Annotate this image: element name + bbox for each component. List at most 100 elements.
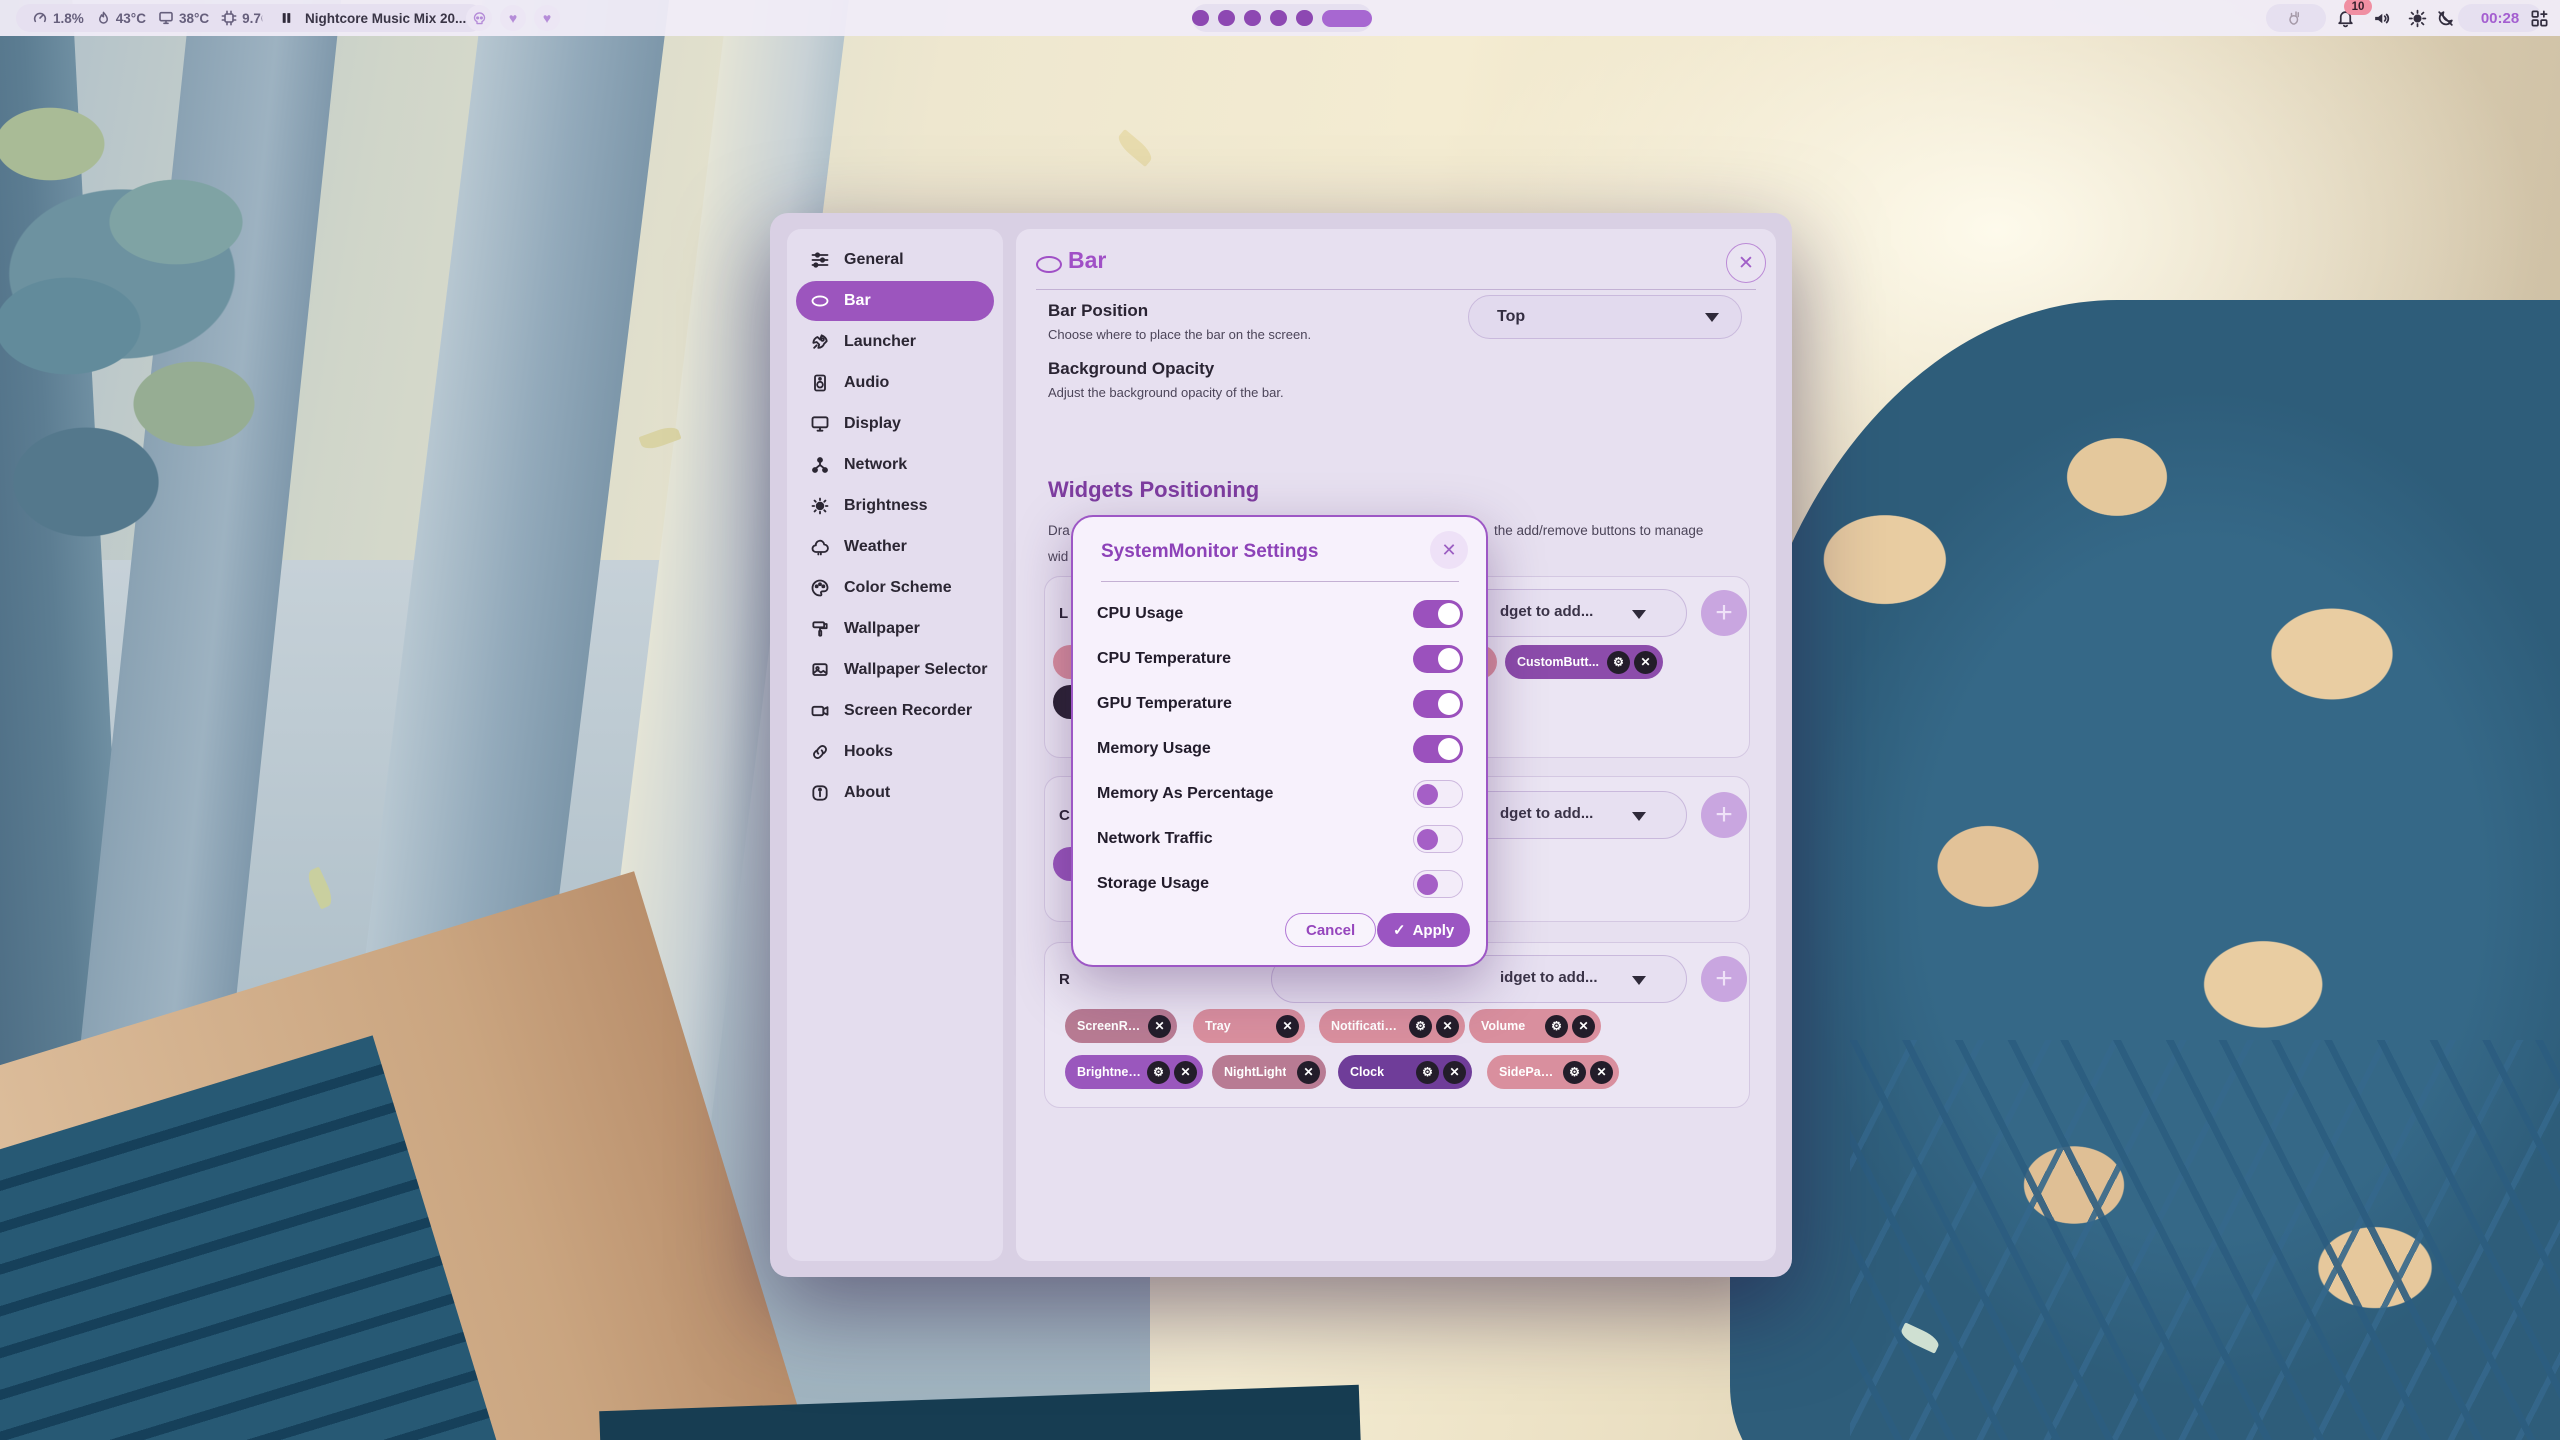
sidebar-item-launcher[interactable]: Launcher xyxy=(796,322,994,362)
widget-chip-volume[interactable]: Volume ⚙ ✕ xyxy=(1469,1009,1601,1043)
workspace-dot[interactable] xyxy=(1270,10,1287,26)
chip-remove-button[interactable]: ✕ xyxy=(1634,651,1657,674)
sidebar-item-audio[interactable]: Audio xyxy=(796,363,994,403)
overview-button[interactable] xyxy=(2524,4,2554,32)
widget-chip-notifications[interactable]: Notification... ⚙ ✕ xyxy=(1319,1009,1465,1043)
workspaces-indicator[interactable] xyxy=(1192,4,1372,32)
sidebar-item-wallpaper-selector[interactable]: Wallpaper Selector xyxy=(796,650,994,690)
sidebar-item-about[interactable]: About xyxy=(796,773,994,813)
pause-icon xyxy=(280,11,293,25)
cloud-icon xyxy=(810,537,830,557)
clock-value: 00:28 xyxy=(2481,10,2519,27)
chip-settings-button[interactable]: ⚙ xyxy=(1607,651,1630,674)
sun-icon xyxy=(2408,9,2427,28)
paint-roller-icon xyxy=(810,619,830,639)
chip-remove-button[interactable]: ✕ xyxy=(1276,1015,1299,1038)
window-close-button[interactable]: ✕ xyxy=(1726,243,1766,283)
nightlight-button[interactable] xyxy=(2430,4,2460,32)
heart-button-2[interactable]: ♥ xyxy=(534,5,560,31)
widgets-desc-fragment: wid xyxy=(1048,549,1068,564)
toggle-knob xyxy=(1438,603,1460,625)
speaker-icon xyxy=(810,373,830,393)
memory-as-percentage-toggle[interactable] xyxy=(1413,780,1463,808)
chip-remove-button[interactable]: ✕ xyxy=(1436,1015,1459,1038)
tray-item[interactable] xyxy=(2266,4,2326,32)
section-label: L xyxy=(1059,605,1068,622)
add-widget-button[interactable]: + xyxy=(1701,590,1747,636)
display-icon xyxy=(158,10,174,26)
toggle-row-cpu-usage: CPU Usage xyxy=(1097,599,1463,629)
network-traffic-toggle[interactable] xyxy=(1413,825,1463,853)
chip-settings-button[interactable]: ⚙ xyxy=(1416,1061,1439,1084)
gpu-temp-stat: 38°C xyxy=(158,10,209,26)
sidebar-item-general[interactable]: General xyxy=(796,240,994,280)
chip-settings-button[interactable]: ⚙ xyxy=(1147,1061,1170,1084)
notifications-button[interactable]: 10 xyxy=(2330,4,2360,32)
toggle-row-memory-as-percentage: Memory As Percentage xyxy=(1097,779,1463,809)
apply-button[interactable]: ✓ Apply xyxy=(1377,913,1470,947)
header-divider xyxy=(1036,289,1756,290)
sidebar-item-network[interactable]: Network xyxy=(796,445,994,485)
system-stats-pill[interactable]: 1.8% 43°C 38°C 9.7G xyxy=(16,4,287,32)
tray-hand-icon xyxy=(2287,9,2305,27)
sidebar-item-weather[interactable]: Weather xyxy=(796,527,994,567)
heart-button[interactable]: ♥ xyxy=(500,5,526,31)
palette-icon xyxy=(810,578,830,598)
section-label: C xyxy=(1059,807,1070,824)
sun-icon xyxy=(810,496,830,516)
workspace-dot[interactable] xyxy=(1218,10,1235,26)
widget-chip-screenrecorder[interactable]: ScreenReco... ✕ xyxy=(1065,1009,1177,1043)
widget-chip-nightlight[interactable]: NightLight ✕ xyxy=(1212,1055,1326,1089)
chevron-down-icon xyxy=(1705,313,1719,322)
sidebar-item-bar[interactable]: Bar xyxy=(796,281,994,321)
memory-usage-toggle[interactable] xyxy=(1413,735,1463,763)
chip-remove-button[interactable]: ✕ xyxy=(1572,1015,1595,1038)
widget-chip-custombutton[interactable]: CustomButt... ⚙ ✕ xyxy=(1505,645,1663,679)
add-widget-button[interactable]: + xyxy=(1701,792,1747,838)
add-widget-button[interactable]: + xyxy=(1701,956,1747,1002)
modal-title: SystemMonitor Settings xyxy=(1101,541,1318,563)
chip-remove-button[interactable]: ✕ xyxy=(1297,1061,1320,1084)
sidebar-item-brightness[interactable]: Brightness xyxy=(796,486,994,526)
sidebar-item-screen-recorder[interactable]: Screen Recorder xyxy=(796,691,994,731)
widget-add-select-text: idget to add... xyxy=(1500,969,1598,986)
bar-position-select[interactable]: Top xyxy=(1468,295,1742,339)
storage-usage-toggle[interactable] xyxy=(1413,870,1463,898)
widget-chip-tray[interactable]: Tray ✕ xyxy=(1193,1009,1305,1043)
skull-icon xyxy=(472,11,487,26)
background-opacity-desc: Adjust the background opacity of the bar… xyxy=(1048,385,1284,400)
chip-remove-button[interactable]: ✕ xyxy=(1443,1061,1466,1084)
chip-settings-button[interactable]: ⚙ xyxy=(1563,1061,1586,1084)
chip-remove-button[interactable]: ✕ xyxy=(1148,1015,1171,1038)
modal-close-button[interactable]: ✕ xyxy=(1430,531,1468,569)
grid-plus-icon xyxy=(2530,9,2549,28)
toggle-row-gpu-temperature: GPU Temperature xyxy=(1097,689,1463,719)
widget-chip-clock[interactable]: Clock ⚙ ✕ xyxy=(1338,1055,1472,1089)
sidebar-item-wallpaper[interactable]: Wallpaper xyxy=(796,609,994,649)
widget-chip-sidepanel[interactable]: SidePanelT... ⚙ ✕ xyxy=(1487,1055,1619,1089)
cpu-temperature-toggle[interactable] xyxy=(1413,645,1463,673)
workspace-dot[interactable] xyxy=(1192,10,1209,26)
volume-button[interactable] xyxy=(2366,4,2396,32)
sidebar-item-display[interactable]: Display xyxy=(796,404,994,444)
cpu-usage-stat: 1.8% xyxy=(32,10,84,26)
chip-settings-button[interactable]: ⚙ xyxy=(1545,1015,1568,1038)
chip-remove-button[interactable]: ✕ xyxy=(1174,1061,1197,1084)
brightness-button[interactable] xyxy=(2402,4,2432,32)
chip-remove-button[interactable]: ✕ xyxy=(1590,1061,1613,1084)
cpu-usage-value: 1.8% xyxy=(53,11,84,26)
workspace-dot[interactable] xyxy=(1244,10,1261,26)
moon-off-icon xyxy=(2436,9,2455,28)
sidebar-item-hooks[interactable]: Hooks xyxy=(796,732,994,772)
toggle-knob xyxy=(1417,829,1438,850)
media-player-pill[interactable]: Nightcore Music Mix 20... xyxy=(262,4,484,32)
skull-button[interactable] xyxy=(466,5,492,31)
widget-chip-brightness[interactable]: Brightness ⚙ ✕ xyxy=(1065,1055,1203,1089)
sidebar-item-color-scheme[interactable]: Color Scheme xyxy=(796,568,994,608)
cancel-button[interactable]: Cancel xyxy=(1285,913,1376,947)
gpu-temperature-toggle[interactable] xyxy=(1413,690,1463,718)
workspace-dot[interactable] xyxy=(1296,10,1313,26)
workspace-active-dot[interactable] xyxy=(1322,10,1372,27)
cpu-usage-toggle[interactable] xyxy=(1413,600,1463,628)
chip-settings-button[interactable]: ⚙ xyxy=(1409,1015,1432,1038)
